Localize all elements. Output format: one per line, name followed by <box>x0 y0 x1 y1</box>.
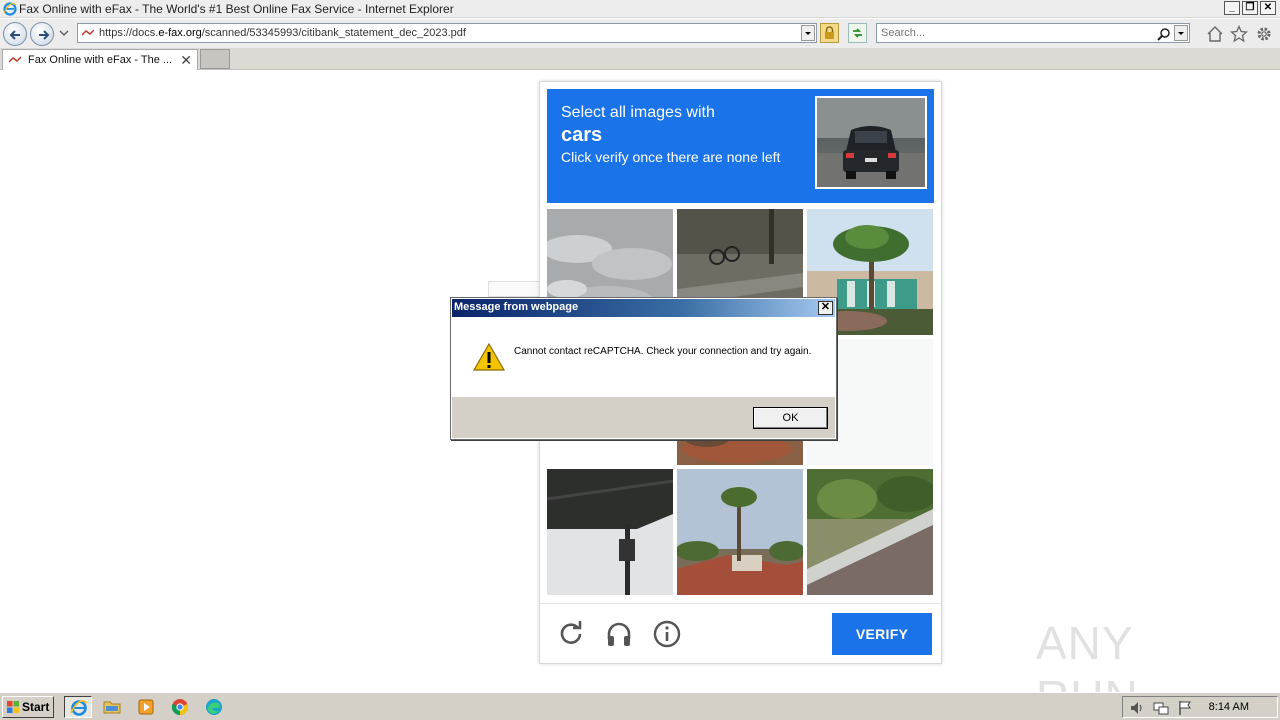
ok-button[interactable]: OK <box>753 407 828 429</box>
tile-palm-roofs[interactable] <box>677 469 803 595</box>
tab-label: Fax Online with eFax - The ... <box>28 54 173 66</box>
folder-icon <box>103 701 121 714</box>
close-window-button[interactable]: ✕ <box>1260 1 1276 15</box>
windows-flag-icon <box>7 701 19 713</box>
info-icon[interactable] <box>652 619 682 649</box>
chevron-down-icon <box>1178 32 1184 35</box>
dialog-title: Message from webpage <box>454 301 579 313</box>
headphones-icon[interactable] <box>604 619 634 649</box>
chevron-down-icon <box>805 32 811 35</box>
clock: 8:14 AM <box>1208 701 1249 713</box>
system-tray: 8:14 AM <box>1122 696 1278 718</box>
dialog-message: Cannot contact reCAPTCHA. Check your con… <box>514 346 812 357</box>
favorites-star-icon[interactable] <box>1230 25 1248 43</box>
captcha-hint: Click verify once there are none left <box>561 149 781 165</box>
internet-explorer-icon <box>3 2 17 16</box>
back-button[interactable] <box>3 22 27 46</box>
recent-pages-dropdown-icon[interactable] <box>58 28 70 38</box>
refresh-button[interactable] <box>848 23 867 43</box>
speaker-icon[interactable] <box>1129 700 1145 716</box>
action-center-flag-icon[interactable] <box>1177 700 1193 716</box>
dialog-title-bar: Message from webpage ✕ <box>452 299 835 317</box>
taskbar-file-explorer[interactable] <box>98 696 126 718</box>
alert-dialog: Message from webpage ✕ Cannot contact re… <box>450 297 837 440</box>
verify-button[interactable]: VERIFY <box>832 613 932 655</box>
page-favicon-icon <box>82 29 94 36</box>
taskbar-internet-explorer[interactable] <box>64 696 92 718</box>
captcha-keyword: cars <box>561 124 603 146</box>
page-background-element <box>488 281 540 297</box>
address-bar[interactable]: https://docs.e-fax.org/scanned/53345993/… <box>77 23 817 43</box>
restore-button[interactable]: ❐ <box>1242 1 1258 15</box>
dialog-button-bar: OK <box>452 397 835 438</box>
search-icon[interactable] <box>1157 27 1171 41</box>
chrome-icon <box>171 699 189 716</box>
close-tab-icon[interactable]: ✕ <box>180 52 192 69</box>
sample-car-image <box>815 96 927 189</box>
address-url: https://docs.e-fax.org/scanned/53345993/… <box>99 27 466 39</box>
arrow-right-icon <box>39 30 50 40</box>
tile-road-hedge[interactable] <box>807 469 933 595</box>
start-label: Start <box>22 700 50 714</box>
taskbar-chrome[interactable] <box>166 696 194 718</box>
captcha-footer: VERIFY <box>540 603 941 663</box>
start-button[interactable]: Start <box>2 696 54 718</box>
captcha-instruction-line: Select all images with <box>561 104 715 121</box>
reload-icon[interactable] <box>556 619 586 649</box>
taskbar: Start 8:14 AM <box>0 692 1280 720</box>
captcha-instructions: Select all images with cars Click verify… <box>547 89 934 203</box>
taskbar-edge[interactable] <box>200 696 228 718</box>
security-lock-button[interactable] <box>820 23 839 43</box>
tile-signal-pole[interactable] <box>547 469 673 595</box>
dialog-close-button[interactable]: ✕ <box>818 301 833 315</box>
edge-icon <box>206 699 222 715</box>
address-dropdown-button[interactable] <box>801 25 815 41</box>
network-icon[interactable] <box>1153 700 1169 716</box>
page-favicon-icon <box>9 56 21 63</box>
minimize-button[interactable]: _ <box>1224 1 1240 15</box>
tab-efax[interactable]: Fax Online with eFax - The ... ✕ <box>2 49 198 70</box>
gear-icon[interactable] <box>1255 25 1273 43</box>
search-dropdown-button[interactable] <box>1174 25 1188 41</box>
window-title: Fax Online with eFax - The World's #1 Be… <box>19 2 454 16</box>
arrow-left-icon <box>9 30 20 40</box>
window-title-bar: Fax Online with eFax - The World's #1 Be… <box>0 0 1280 18</box>
search-box[interactable] <box>876 23 1190 43</box>
new-tab-button[interactable] <box>200 49 230 69</box>
tab-strip: Fax Online with eFax - The ... ✕ <box>0 48 1280 70</box>
internet-explorer-icon <box>70 700 88 716</box>
search-input[interactable] <box>881 26 1151 40</box>
warning-icon <box>473 343 505 371</box>
media-player-icon <box>138 699 154 715</box>
navigation-bar: https://docs.e-fax.org/scanned/53345993/… <box>0 19 1280 48</box>
refresh-arrows-icon <box>853 28 862 38</box>
anyrun-watermark: ANY RUN <box>1036 608 1236 720</box>
home-icon[interactable] <box>1206 25 1224 43</box>
forward-button[interactable] <box>30 22 54 46</box>
taskbar-media-player[interactable] <box>132 696 160 718</box>
lock-icon <box>825 26 834 39</box>
